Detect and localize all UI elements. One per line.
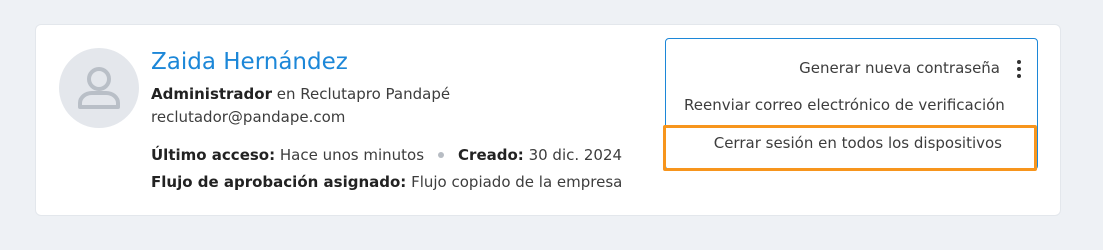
last-access-label: Último acceso:	[151, 146, 276, 164]
avatar	[59, 48, 139, 128]
approval-flow-label: Flujo de aprobación asignado:	[151, 173, 407, 191]
user-company: Reclutapro Pandapé	[300, 85, 451, 103]
user-role-line: Administrador en Reclutapro Pandapé	[151, 85, 450, 103]
more-vertical-icon[interactable]	[1016, 60, 1022, 78]
separator-dot	[438, 151, 445, 158]
user-name: Zaida Hernández	[151, 49, 348, 75]
menu-item-resend-verification[interactable]: Reenviar correo electrónico de verificac…	[684, 96, 1005, 114]
menu-item-generate-password[interactable]: Generar nueva contraseña	[799, 59, 1000, 77]
created-label: Creado:	[458, 146, 524, 164]
menu-item-logout-all-devices[interactable]: Cerrar sesión en todos los dispositivos	[714, 134, 1002, 152]
actions-dropdown-menu: Generar nueva contraseña Reenviar correo…	[665, 38, 1038, 170]
approval-flow-line: Flujo de aprobación asignado: Flujo copi…	[151, 173, 622, 191]
last-access-value: Hace unos minutos	[275, 146, 425, 164]
user-role: Administrador	[151, 85, 272, 103]
approval-flow-value: Flujo copiado de la empresa	[406, 173, 623, 191]
access-info-line: Último acceso: Hace unos minutos Creado: …	[151, 146, 622, 164]
role-connector: en	[272, 85, 301, 103]
user-placeholder-icon	[78, 67, 120, 109]
user-email: reclutador@pandape.com	[151, 108, 346, 126]
created-value: 30 dic. 2024	[523, 146, 623, 164]
